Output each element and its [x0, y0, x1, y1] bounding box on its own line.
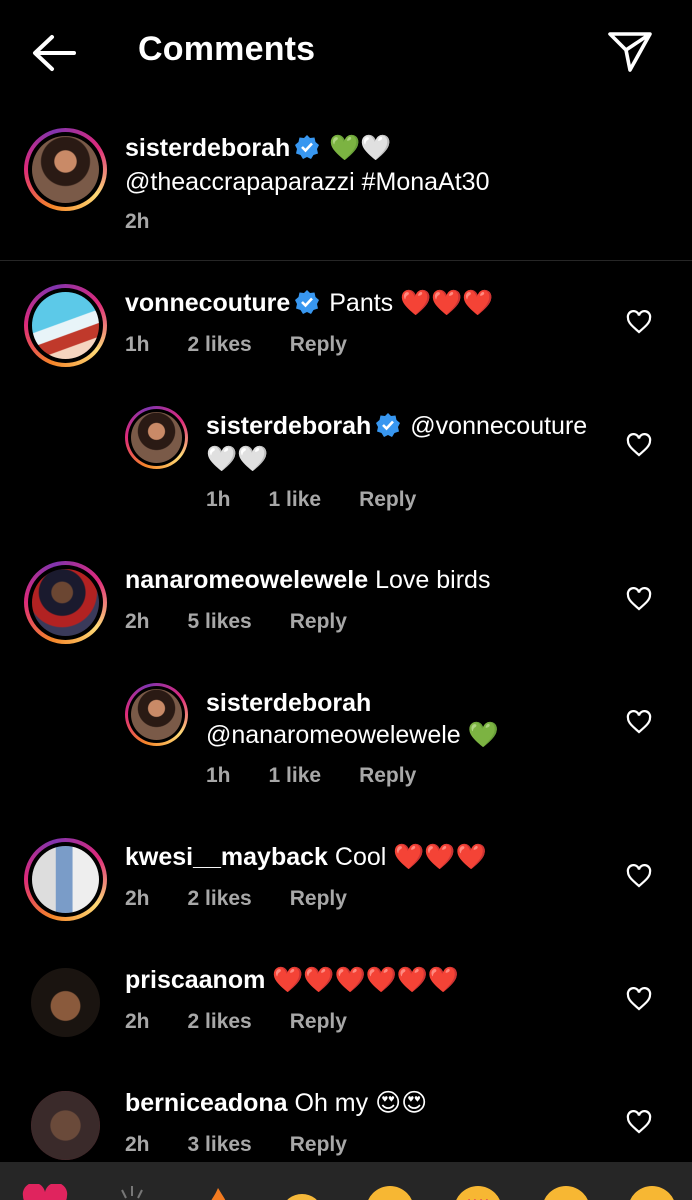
timestamp: 2h	[125, 210, 150, 233]
verified-badge-icon	[295, 290, 320, 314]
comment-body: Pants	[329, 289, 394, 317]
username-link[interactable]: sisterdeborah	[125, 134, 290, 162]
comment-emojis: 💚	[467, 721, 499, 749]
laughing-face-emoji-icon[interactable]	[626, 1184, 678, 1200]
crying-face-emoji-icon[interactable]	[364, 1184, 416, 1200]
comment-emojis: 🤍🤍	[206, 445, 269, 473]
reply-button[interactable]: Reply	[290, 333, 347, 356]
comment-meta: 1h 1 like Reply	[206, 764, 454, 788]
reply-button[interactable]: Reply	[290, 610, 347, 633]
comment-meta: 2h 3 likes Reply	[125, 1133, 385, 1157]
avatar-berniceadona[interactable]	[31, 1091, 100, 1160]
comment-meta: 2h 5 likes Reply	[125, 610, 385, 634]
comment-body: Cool	[334, 843, 387, 871]
caption-body: @theaccrapaparazzi #MonaAt30	[125, 168, 490, 196]
username-link[interactable]: berniceadona	[125, 1089, 288, 1117]
caption-emojis: 💚🤍	[329, 134, 392, 162]
reply-button[interactable]: Reply	[359, 764, 416, 787]
likes-count[interactable]: 1 like	[269, 764, 322, 787]
avatar-sisterdeborah[interactable]	[125, 406, 188, 469]
timestamp: 2h	[125, 1133, 150, 1156]
like-heart-icon[interactable]	[626, 864, 652, 888]
verified-badge-icon	[295, 135, 320, 159]
raised-hands-emoji-icon[interactable]	[280, 1184, 324, 1200]
likes-count[interactable]: 2 likes	[188, 1010, 252, 1033]
username-link[interactable]: vonnecouture	[125, 289, 290, 317]
likes-count[interactable]: 1 like	[269, 488, 322, 511]
comment-body: Oh my	[294, 1089, 369, 1117]
like-heart-icon[interactable]	[626, 710, 652, 734]
caption-avatar[interactable]	[24, 128, 107, 211]
comment-text: berniceadona Oh my 😍😍	[125, 1087, 427, 1119]
header-bar: Comments	[0, 0, 692, 104]
comment-text: kwesi__mayback Cool ❤️❤️❤️	[125, 841, 487, 873]
comment-meta: 2h 2 likes Reply	[125, 887, 385, 911]
like-heart-icon[interactable]	[626, 433, 652, 457]
reply-button[interactable]: Reply	[290, 887, 347, 910]
username-link[interactable]: sisterdeborah	[206, 689, 371, 717]
comment-text: sisterdeborah @vonnecouture	[206, 410, 587, 442]
avatar-vonnecouture[interactable]	[24, 284, 107, 367]
verified-badge-icon	[376, 413, 401, 437]
reply-button[interactable]: Reply	[290, 1010, 347, 1033]
comment-body: @nanaromeowelewele	[206, 721, 461, 749]
comment-emojis: ❤️❤️❤️	[393, 843, 487, 871]
clap-emoji-icon[interactable]	[112, 1184, 152, 1200]
timestamp: 2h	[125, 1010, 150, 1033]
comment-meta: 1h 2 likes Reply	[125, 333, 385, 357]
comment-text: sisterdeborah	[206, 687, 371, 719]
comment-meta: 1h 1 like Reply	[206, 488, 454, 512]
comment-text: priscaanom ❤️❤️❤️❤️❤️❤️	[125, 964, 459, 996]
comment-body: @vonnecouture	[410, 412, 588, 440]
username-link[interactable]: nanaromeowelewele	[125, 566, 368, 594]
comment-text: vonnecouture Pants ❤️❤️❤️	[125, 287, 494, 319]
like-heart-icon[interactable]	[626, 1110, 652, 1134]
likes-count[interactable]: 2 likes	[188, 333, 252, 356]
divider	[0, 260, 692, 261]
likes-count[interactable]: 2 likes	[188, 887, 252, 910]
username-link[interactable]: sisterdeborah	[206, 412, 371, 440]
reply-button[interactable]: Reply	[290, 1133, 347, 1156]
comment-body: Love birds	[375, 566, 491, 594]
page-title: Comments	[138, 30, 316, 68]
surprised-face-emoji-icon[interactable]	[540, 1184, 592, 1200]
username-link[interactable]: priscaanom	[125, 966, 265, 994]
username-link[interactable]: kwesi__mayback	[125, 843, 328, 871]
fire-emoji-icon[interactable]	[198, 1184, 238, 1200]
like-heart-icon[interactable]	[626, 587, 652, 611]
comment-emojis: ❤️❤️❤️❤️❤️❤️	[272, 966, 460, 994]
likes-count[interactable]: 5 likes	[188, 610, 252, 633]
timestamp: 2h	[125, 610, 150, 633]
like-heart-icon[interactable]	[626, 310, 652, 334]
reply-button[interactable]: Reply	[359, 488, 416, 511]
comment-body-line: @nanaromeowelewele 💚	[206, 719, 499, 751]
comment-text: nanaromeowelewele Love birds	[125, 564, 490, 596]
avatar-kwesi-mayback[interactable]	[24, 838, 107, 921]
caption-time: 2h	[125, 210, 188, 234]
send-icon[interactable]	[606, 28, 654, 74]
comment-emojis: 😍😍	[375, 1089, 428, 1117]
timestamp: 1h	[206, 488, 231, 511]
like-heart-icon[interactable]	[626, 987, 652, 1011]
timestamp: 1h	[206, 764, 231, 787]
comment-meta: 2h 2 likes Reply	[125, 1010, 385, 1034]
avatar-priscaanom[interactable]	[31, 968, 100, 1037]
red-heart-emoji-icon[interactable]	[20, 1184, 70, 1200]
emoji-quick-bar	[0, 1162, 692, 1200]
timestamp: 1h	[125, 333, 150, 356]
likes-count[interactable]: 3 likes	[188, 1133, 252, 1156]
heart-eyes-emoji-icon[interactable]	[452, 1184, 504, 1200]
caption-text: sisterdeborah 💚🤍	[125, 132, 392, 164]
comment-emojis: ❤️❤️❤️	[400, 289, 494, 317]
back-arrow-icon[interactable]	[30, 32, 78, 74]
timestamp: 2h	[125, 887, 150, 910]
avatar-nanaromeowelewele[interactable]	[24, 561, 107, 644]
avatar-sisterdeborah[interactable]	[125, 683, 188, 746]
